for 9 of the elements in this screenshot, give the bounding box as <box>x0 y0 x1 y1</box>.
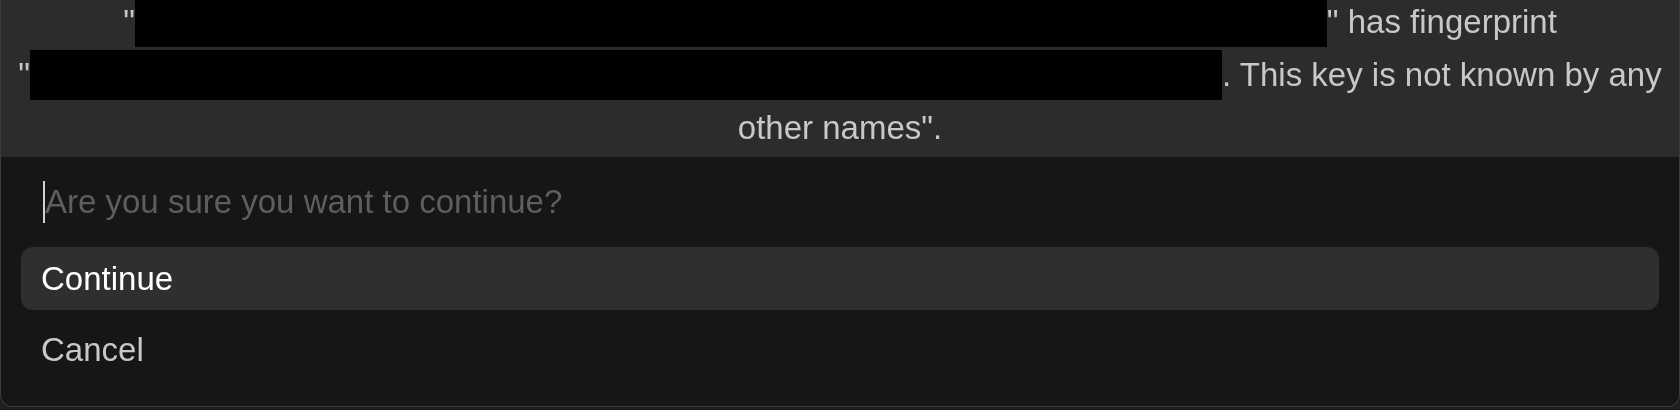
option-item[interactable]: Continue <box>21 247 1659 310</box>
message-text: other names". <box>737 107 943 148</box>
message-text: " <box>123 1 135 42</box>
prompt-field[interactable]: Are you sure you want to continue? <box>45 177 1647 227</box>
text-cursor <box>43 181 45 223</box>
option-item[interactable]: Cancel <box>21 318 1659 381</box>
message-text: " <box>18 54 31 95</box>
message-text: . This key is not known by any <box>1222 54 1662 95</box>
message-text: " has fingerprint <box>1326 1 1557 42</box>
